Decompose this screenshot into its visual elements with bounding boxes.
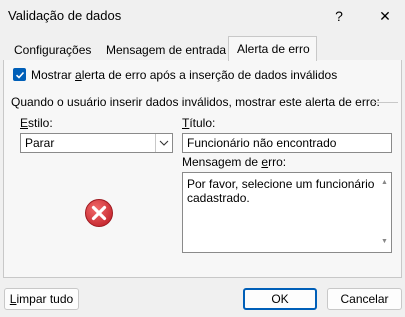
message-scrollbar[interactable]: ▲ ▼ (378, 173, 391, 252)
group-label: Quando o usuário inserir dados inválidos… (11, 95, 380, 109)
help-icon: ? (335, 8, 343, 24)
ok-label: OK (271, 292, 289, 306)
clear-all-button[interactable]: Limpar tudo (4, 288, 79, 310)
tab-configuracoes[interactable]: Configurações (7, 39, 98, 60)
scroll-down-icon[interactable]: ▼ (381, 235, 388, 249)
error-stop-icon (84, 198, 114, 228)
title-input-value: Funcionário não encontrado (187, 136, 337, 150)
tab-label: Mensagem de entrada (106, 42, 227, 57)
close-button[interactable]: ✕ (371, 4, 399, 28)
title-input[interactable]: Funcionário não encontrado (182, 133, 392, 153)
style-label: Estilo: (20, 116, 53, 130)
message-textarea[interactable]: Por favor, selecione um funcionário cada… (182, 172, 392, 253)
message-label: Mensagem de erro: (182, 155, 287, 169)
tab-alerta-de-erro[interactable]: Alerta de erro (228, 36, 317, 61)
cancel-label: Cancelar (340, 292, 389, 306)
tab-label: Alerta de erro (237, 42, 310, 56)
title-label: Título: (182, 116, 216, 130)
show-alert-checkbox[interactable] (13, 68, 26, 81)
help-button[interactable]: ? (325, 4, 353, 28)
cancel-button[interactable]: Cancelar (327, 288, 402, 310)
tab-label: Configurações (14, 42, 92, 57)
checkmark-icon (15, 71, 24, 79)
style-select[interactable]: Parar (20, 133, 173, 153)
dropdown-arrow[interactable] (155, 134, 172, 152)
window-title: Validação de dados (8, 8, 122, 23)
group-divider (372, 102, 398, 103)
tab-mensagem-de-entrada[interactable]: Mensagem de entrada (99, 39, 233, 60)
scroll-up-icon[interactable]: ▲ (381, 176, 388, 190)
message-text: Por favor, selecione um funcionário cada… (187, 177, 375, 205)
show-alert-label[interactable]: Mostrar alerta de erro após a inserção d… (31, 68, 337, 82)
chevron-down-icon (159, 140, 169, 146)
style-select-value: Parar (25, 136, 55, 150)
close-icon: ✕ (379, 7, 391, 24)
ok-button[interactable]: OK (243, 288, 317, 310)
